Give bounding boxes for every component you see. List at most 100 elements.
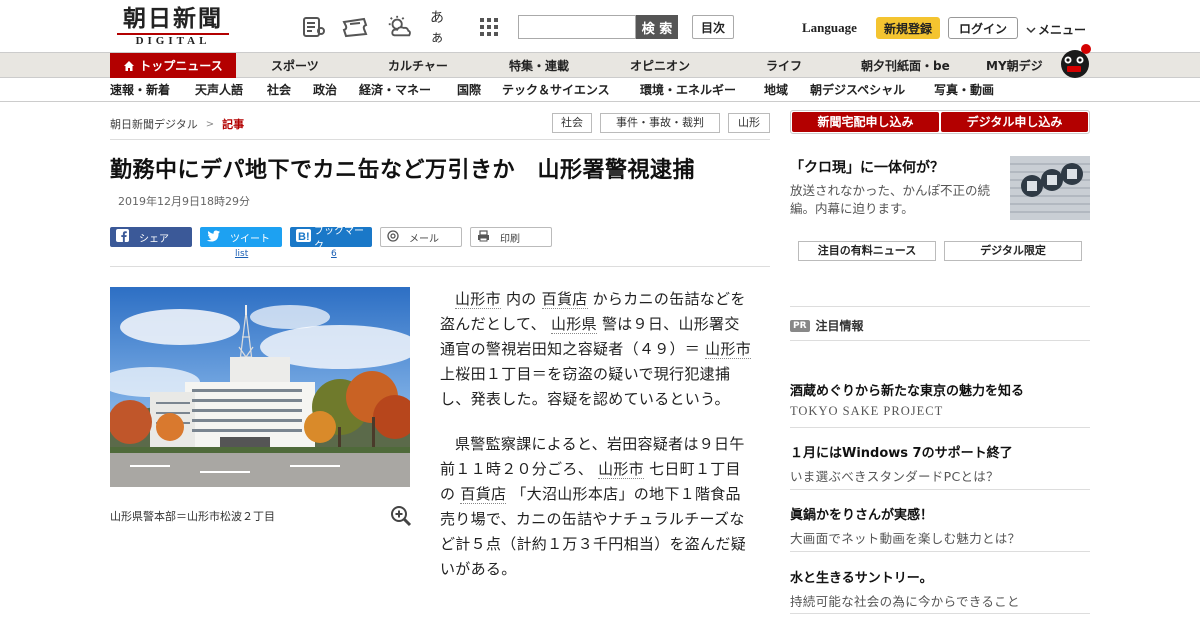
nav-features[interactable]: 特集・連載 <box>509 53 569 79</box>
divider <box>110 139 770 140</box>
twitter-count[interactable]: list <box>235 249 248 259</box>
register-button[interactable]: 新規登録 <box>876 17 940 39</box>
promo-title[interactable]: 「クロ現」に一体何が？ <box>790 157 944 177</box>
keyword-link[interactable]: 山形市 <box>455 290 501 309</box>
breadcrumb-separator: > <box>205 118 215 130</box>
svg-text:B!: B! <box>298 231 310 242</box>
article-date: 2019年12月9日18時29分 <box>118 195 250 208</box>
secondary-nav: 速報・新着 天声人語 社会 政治 経済・マネー 国際 テック＆サイエンス 環境・… <box>0 78 1200 102</box>
print-button[interactable]: 印刷 <box>470 227 552 247</box>
nav-photo-video[interactable]: 写真・動画 <box>934 78 994 102</box>
keyword-link[interactable]: 百貨店 <box>460 485 507 504</box>
menu-label: メニュー <box>1038 23 1087 37</box>
pr-badge: PR <box>790 319 810 332</box>
nav-special[interactable]: 朝デジスペシャル <box>810 78 905 102</box>
pr-item-title: １月にはWindows 7のサポート終了 <box>790 446 1013 461</box>
mail-share-button[interactable]: メール <box>380 227 462 247</box>
nav-culture[interactable]: カルチャー <box>388 53 448 79</box>
login-button[interactable]: ログイン <box>948 17 1018 39</box>
pr-section-header: PR 注目情報 <box>790 317 864 334</box>
nav-region[interactable]: 地域 <box>764 78 788 102</box>
mail-label: メール <box>409 233 439 245</box>
zoom-in-icon[interactable] <box>390 505 412 527</box>
nav-opinion[interactable]: オピニオン <box>630 53 690 79</box>
nav-politics[interactable]: 政治 <box>313 78 337 102</box>
divider <box>790 613 1090 614</box>
keyword-link[interactable]: 山形市 <box>598 460 644 479</box>
facebook-share-button[interactable]: シェア <box>110 227 192 247</box>
pr-item-title: 眞鍋かをりさんが実感！ <box>790 508 934 523</box>
paragraph-text: 上桜田１丁目＝を窃盗の疑いで現行犯逮捕し、発表した。容疑を認めているという。 <box>440 365 731 408</box>
subscribe-digital-button[interactable]: デジタル申し込み <box>941 112 1088 132</box>
facebook-share-label: シェア <box>139 233 169 245</box>
twitter-tweet-button[interactable]: ツイート <box>200 227 282 247</box>
grid-menu-icon[interactable] <box>476 14 502 40</box>
nav-international[interactable]: 国際 <box>457 78 481 102</box>
nav-top-news[interactable]: トップニュース <box>110 53 236 79</box>
pr-item-subtitle: いま選ぶべきスタンダードPCとは？ <box>790 469 999 484</box>
article-photo[interactable] <box>110 287 410 487</box>
pr-item-subtitle: TOKYO SAKE PROJECT <box>790 404 944 418</box>
weather-icon[interactable] <box>386 14 412 40</box>
font-size-icon[interactable]: あぁ <box>430 10 456 46</box>
newspaper-icon[interactable] <box>300 14 326 40</box>
promo-thumbnail[interactable] <box>1010 156 1090 220</box>
nav-tensei-jingo[interactable]: 天声人語 <box>195 78 243 102</box>
pr-item-subtitle: 持続可能な社会の為に今からできること <box>790 594 1020 609</box>
twitter-bird-icon <box>206 229 220 245</box>
toc-button[interactable]: 目次 <box>692 15 734 39</box>
mail-icon <box>387 229 399 245</box>
breadcrumb-home[interactable]: 朝日新聞デジタル <box>110 116 198 132</box>
hatena-bookmark-label: ブックマーク <box>314 226 364 252</box>
nav-my-asahi[interactable]: MY朝デジ <box>986 53 1043 79</box>
digital-only-button[interactable]: デジタル限定 <box>944 241 1082 261</box>
pr-item-title: 酒蔵めぐりから新たな東京の魅力を知る <box>790 384 1025 399</box>
nav-top-news-label: トップニュース <box>139 59 223 73</box>
mascot-character-icon[interactable] <box>1058 42 1092 78</box>
search-input[interactable] <box>518 15 636 39</box>
nav-economy[interactable]: 経済・マネー <box>359 78 431 102</box>
nav-newspaper-be[interactable]: 朝夕刊紙面・be <box>861 53 950 79</box>
tag-yamagata[interactable]: 山形 <box>728 113 770 133</box>
tag-incidents[interactable]: 事件・事故・裁判 <box>600 113 720 133</box>
pr-item[interactable]: １月にはWindows 7のサポート終了 いま選ぶべきスタンダードPCとは？ <box>790 442 1090 485</box>
article-headline: 勤務中にデパ地下でカニ缶など万引きか 山形署警視逮捕 <box>110 158 696 183</box>
divider <box>790 427 1090 428</box>
nav-latest[interactable]: 速報・新着 <box>110 78 170 102</box>
printer-icon <box>477 229 490 245</box>
paid-news-button[interactable]: 注目の有料ニュース <box>798 241 936 261</box>
nav-life[interactable]: ライフ <box>766 53 802 79</box>
nav-environment[interactable]: 環境・エネルギー <box>640 78 736 102</box>
photo-caption: 山形県警本部＝山形市松波２丁目 <box>110 510 275 523</box>
nav-society[interactable]: 社会 <box>267 78 291 102</box>
pr-item[interactable]: 眞鍋かをりさんが実感！ 大画面でネット動画を楽しむ魅力とは？ <box>790 504 1090 547</box>
logo-english: DIGITAL <box>117 33 229 47</box>
article-paragraph: 県警監察課によると、岩田容疑者は９日午前１１時２０分ごろ、 山形市 七日町１丁目… <box>440 432 752 582</box>
nav-sports[interactable]: スポーツ <box>271 53 319 79</box>
ticket-icon[interactable] <box>342 14 368 40</box>
menu-button[interactable]: メニュー <box>1026 21 1086 38</box>
pr-item[interactable]: 酒蔵めぐりから新たな東京の魅力を知る TOKYO SAKE PROJECT <box>790 380 1090 419</box>
keyword-link[interactable]: 山形県 <box>550 315 597 334</box>
pr-item-title: 水と生きるサントリー。 <box>790 571 933 586</box>
divider <box>110 266 770 267</box>
divider <box>790 340 1090 341</box>
hatena-bookmark-icon: B! <box>296 229 311 245</box>
breadcrumb: 朝日新聞デジタル > 記事 <box>110 116 244 132</box>
subscribe-box: 新聞宅配申し込み デジタル申し込み <box>790 110 1090 134</box>
asahi-digital-logo[interactable]: 朝日新聞 DIGITAL <box>117 6 229 47</box>
tag-society[interactable]: 社会 <box>552 113 592 133</box>
divider <box>790 551 1090 552</box>
keyword-link[interactable]: 山形市 <box>705 340 752 359</box>
keyword-link[interactable]: 百貨店 <box>541 290 588 309</box>
print-label: 印刷 <box>500 233 520 245</box>
article-paragraph: 山形市 内の 百貨店 からカニの缶詰などを盗んだとして、 山形県 警は９日、山形… <box>440 287 752 412</box>
hatena-count[interactable]: 6 <box>331 249 337 259</box>
hatena-bookmark-button[interactable]: B! ブックマーク <box>290 226 372 252</box>
search-button[interactable]: 検 索 <box>636 15 678 39</box>
promo-text[interactable]: 放送されなかった、かんぽ不正の続編。内幕に迫ります。 <box>790 182 1005 218</box>
language-link[interactable]: Language <box>802 20 857 36</box>
nav-tech-science[interactable]: テック＆サイエンス <box>502 78 610 102</box>
pr-item[interactable]: 水と生きるサントリー。 持続可能な社会の為に今からできること <box>790 567 1090 610</box>
subscribe-newspaper-button[interactable]: 新聞宅配申し込み <box>792 112 939 132</box>
